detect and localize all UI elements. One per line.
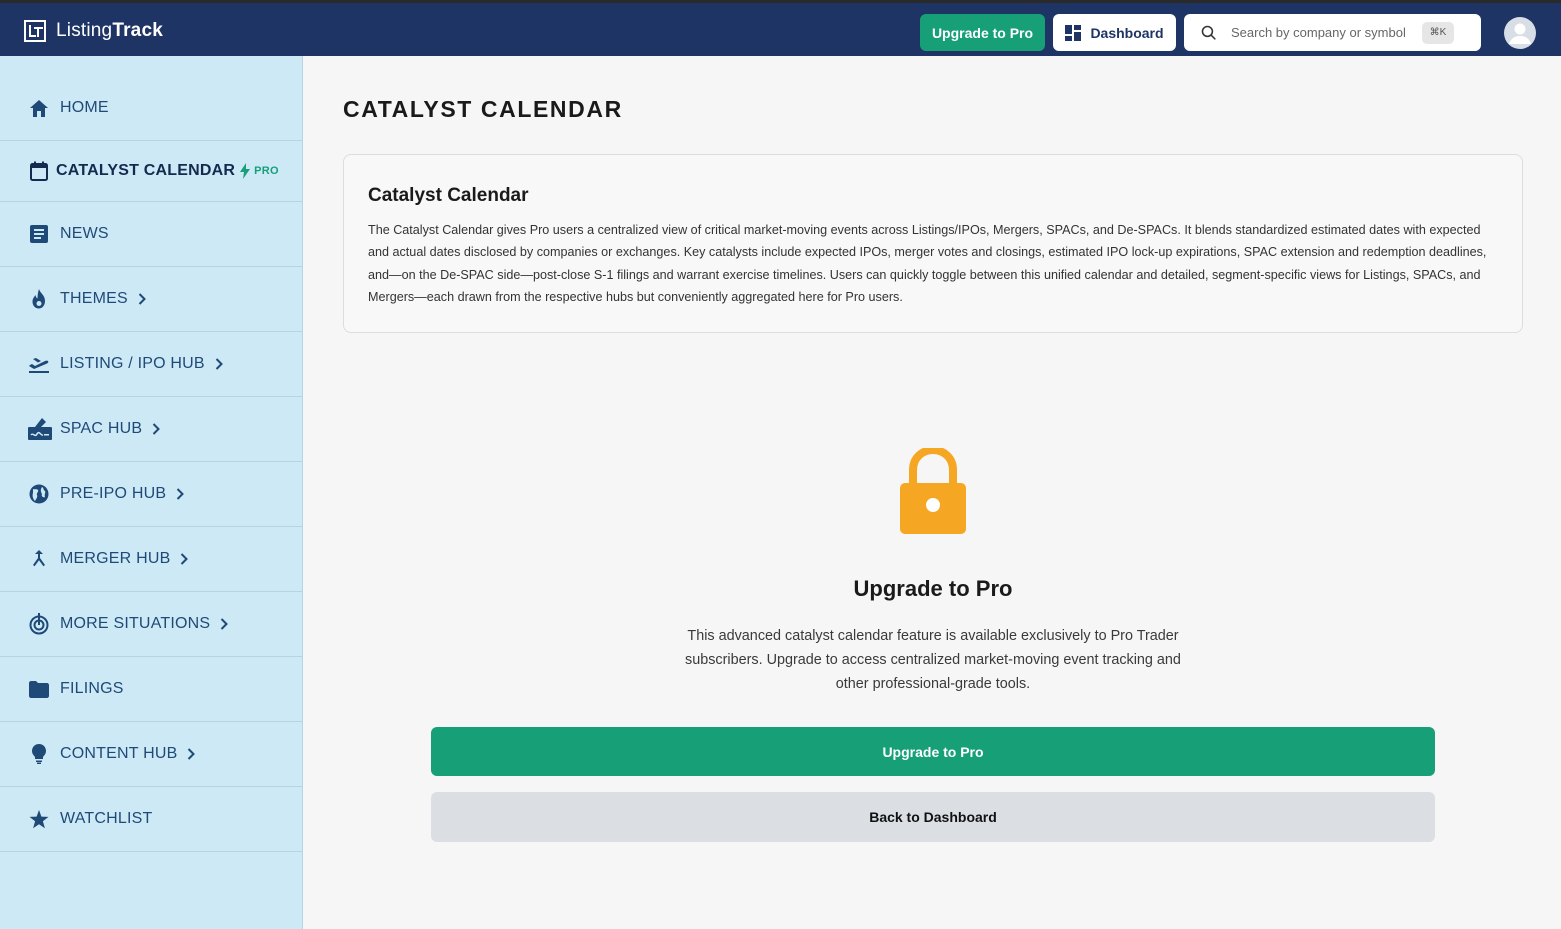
chevron-right-icon [188, 748, 196, 760]
sidebar-item-label: CONTENT HUB [60, 745, 178, 762]
news-icon [28, 223, 50, 245]
sidebar-item-label: PRE-IPO HUB [60, 485, 167, 502]
search-input[interactable] [1231, 25, 1416, 40]
folder-icon [28, 678, 50, 700]
globe-icon [28, 483, 50, 505]
sidebar-item-content-hub[interactable]: CONTENT HUB [0, 722, 303, 787]
flame-icon [28, 288, 50, 310]
search-icon [1201, 25, 1216, 40]
sidebar-item-merger-hub[interactable]: MERGER HUB [0, 527, 303, 592]
page-title: CATALYST CALENDAR [343, 96, 623, 122]
chevron-right-icon [181, 553, 189, 565]
logo-text: ListingTrack [56, 20, 163, 41]
target-icon [28, 613, 50, 635]
lightbulb-icon [28, 743, 50, 765]
sidebar: HOME CATALYST CALENDAR PRO NEWS THEMES L… [0, 56, 303, 929]
sidebar-item-label: HOME [60, 99, 109, 116]
sidebar-item-label: MERGER HUB [60, 550, 171, 567]
top-bar: ListingTrack Upgrade to Pro Dashboard ⌘K [0, 0, 1561, 56]
merge-icon [28, 548, 50, 570]
sidebar-item-label: MORE SITUATIONS [60, 615, 211, 632]
star-icon [28, 808, 50, 830]
user-icon [1509, 23, 1531, 44]
sidebar-item-catalyst-calendar[interactable]: CATALYST CALENDAR PRO [0, 141, 303, 202]
pro-badge: PRO [254, 165, 279, 177]
sidebar-item-label: NEWS [60, 225, 109, 242]
bolt-icon [240, 163, 251, 179]
sidebar-item-spac-hub[interactable]: SPAC HUB [0, 397, 303, 462]
dashboard-label: Dashboard [1090, 24, 1164, 41]
calendar-icon [28, 160, 50, 182]
chevron-right-icon [221, 618, 229, 630]
upgrade-to-pro-main-button[interactable]: Upgrade to Pro [431, 727, 1435, 776]
dashboard-button[interactable]: Dashboard [1053, 14, 1176, 51]
logo[interactable]: ListingTrack [24, 20, 163, 42]
chevron-right-icon [138, 293, 146, 305]
back-to-dashboard-button[interactable]: Back to Dashboard [431, 792, 1435, 842]
sidebar-item-listing-ipo-hub[interactable]: LISTING / IPO HUB [0, 332, 303, 397]
home-icon [28, 97, 50, 119]
chevron-right-icon [215, 358, 223, 370]
upgrade-heading: Upgrade to Pro [853, 576, 1013, 601]
chevron-right-icon [153, 423, 161, 435]
signature-icon [28, 418, 52, 440]
plane-takeoff-icon [28, 353, 50, 375]
sidebar-item-more-situations[interactable]: MORE SITUATIONS [0, 592, 303, 657]
sidebar-item-filings[interactable]: FILINGS [0, 657, 303, 722]
sidebar-item-pre-ipo-hub[interactable]: PRE-IPO HUB [0, 462, 303, 527]
sidebar-item-label: CATALYST CALENDAR [56, 162, 236, 179]
search-shortcut-badge: ⌘K [1422, 21, 1454, 44]
search-box[interactable]: ⌘K [1184, 14, 1481, 51]
sidebar-item-label: THEMES [60, 290, 128, 307]
sidebar-item-label: LISTING / IPO HUB [60, 355, 205, 372]
sidebar-item-label: WATCHLIST [60, 810, 153, 827]
logo-icon [24, 20, 46, 42]
sidebar-item-themes[interactable]: THEMES [0, 267, 303, 332]
info-card-title: Catalyst Calendar [368, 185, 529, 206]
sidebar-item-news[interactable]: NEWS [0, 202, 303, 267]
chevron-right-icon [177, 488, 185, 500]
sidebar-item-watchlist[interactable]: WATCHLIST [0, 787, 303, 852]
lock-icon [900, 448, 966, 534]
upgrade-to-pro-button[interactable]: Upgrade to Pro [920, 14, 1045, 51]
dashboard-icon [1065, 24, 1082, 41]
sidebar-item-label: SPAC HUB [60, 420, 143, 437]
info-card-description: The Catalyst Calendar gives Pro users a … [368, 223, 1487, 305]
sidebar-item-home[interactable]: HOME [0, 76, 303, 141]
avatar[interactable] [1504, 17, 1536, 49]
sidebar-item-label: FILINGS [60, 680, 124, 697]
upgrade-description: This advanced catalyst calendar feature … [685, 628, 1181, 692]
info-card: Catalyst Calendar The Catalyst Calendar … [343, 154, 1523, 333]
